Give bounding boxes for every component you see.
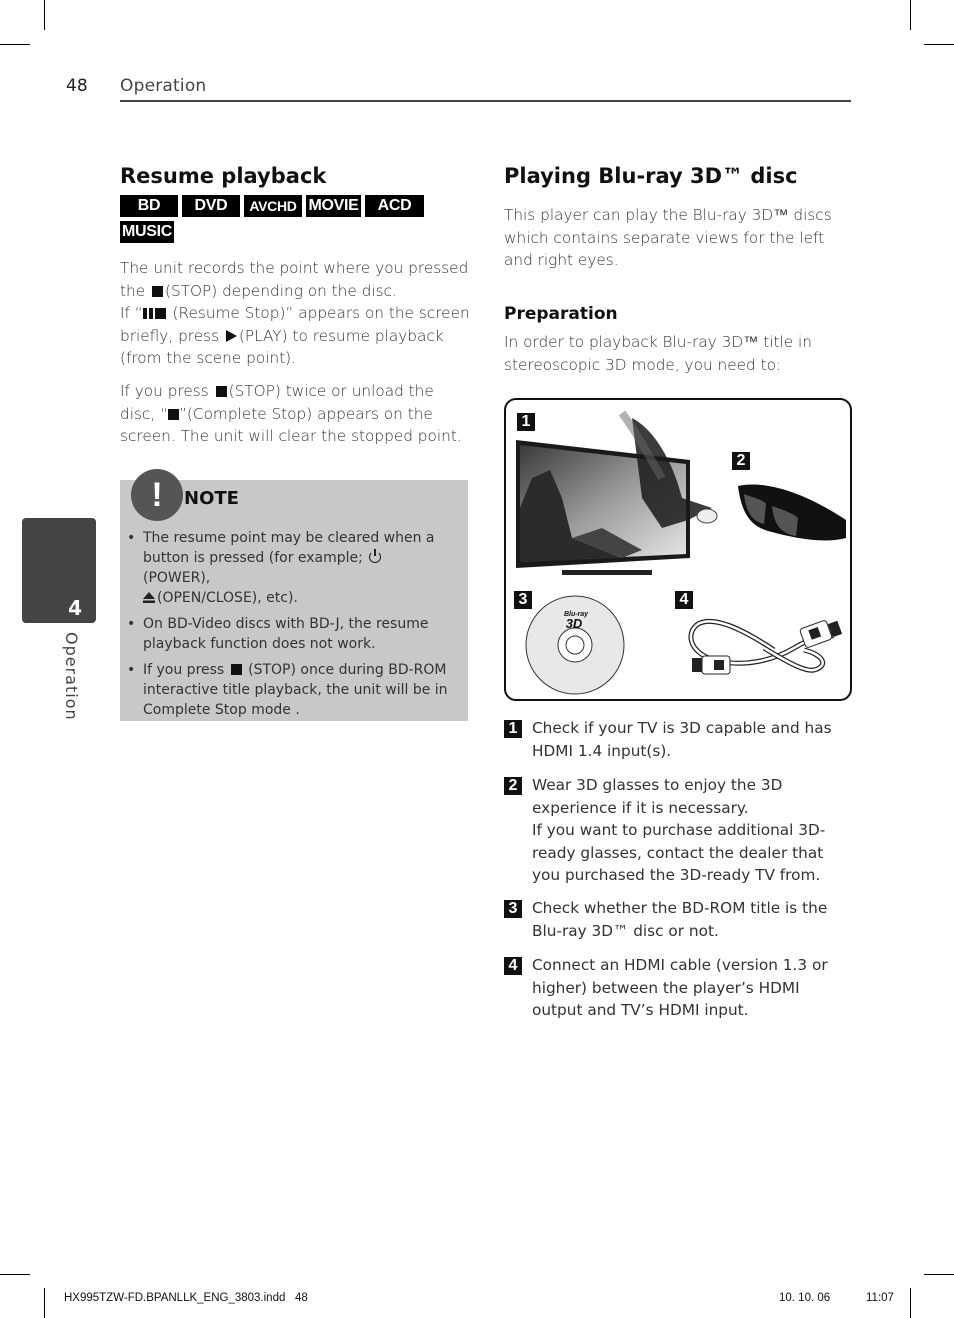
section-title: Operation <box>120 76 207 96</box>
text: Wear 3D glasses to enjoy the 3D experien… <box>532 776 783 817</box>
footer-time: 11:07 <box>866 1292 894 1304</box>
3d-glasses-icon <box>738 484 846 541</box>
text: (STOP) depending on the disc. <box>164 281 397 300</box>
hdmi-cable-icon <box>688 618 843 675</box>
resume-playback-heading: Resume playback <box>120 164 327 188</box>
text: The resume point may be cleared when a b… <box>143 530 435 566</box>
bluray-3d-heading: Playing Blu-ray 3D™ disc <box>504 164 798 188</box>
text: If you want to purchase additional 3D-re… <box>532 821 826 884</box>
badge-avchd: AVCHD <box>244 195 302 217</box>
step-number: 2 <box>504 777 522 795</box>
label-2: 2 <box>732 452 750 470</box>
chapter-label: Operation <box>62 632 81 721</box>
crop-mark <box>924 1274 954 1275</box>
stop-icon <box>151 285 163 297</box>
eject-icon <box>143 592 155 603</box>
badge-acd: ACD <box>365 195 424 217</box>
crop-mark <box>0 1274 30 1275</box>
crop-mark <box>924 44 954 45</box>
disc-logo-bottom: 3D <box>566 616 583 631</box>
step-text: Wear 3D glasses to enjoy the 3D experien… <box>532 774 854 887</box>
crop-mark <box>44 1288 45 1318</box>
text: If you press <box>143 662 225 678</box>
crop-mark <box>44 0 45 30</box>
text: (OPEN/CLOSE), etc). <box>157 590 298 606</box>
preparation-heading: Preparation <box>504 304 618 324</box>
tv-3d-icon <box>516 410 718 575</box>
page-number: 48 <box>66 76 88 96</box>
text: On BD-Video discs with BD-J, the resume … <box>143 616 429 652</box>
bluray-intro: This player can play the Blu-ray 3D™ dis… <box>504 206 832 269</box>
bullet: • <box>127 662 136 678</box>
chapter-number: 4 <box>68 596 82 620</box>
chapter-tab: 4 <box>22 518 96 623</box>
step-text: Check whether the BD-ROM title is the Bl… <box>532 899 828 940</box>
badge-bd: BD <box>120 195 178 217</box>
badge-dvd: DVD <box>182 195 240 217</box>
footer-date: 10. 10. 06 <box>779 1292 831 1304</box>
bullet: • <box>127 616 136 632</box>
crop-mark <box>0 44 30 45</box>
step-number: 1 <box>504 720 522 738</box>
stop-icon <box>215 386 227 397</box>
step-text: Connect an HDMI cable (version 1.3 or hi… <box>532 956 828 1019</box>
note-item: • On BD-Video discs with BD-J, the resum… <box>120 614 450 654</box>
note-list: • The resume point may be cleared when a… <box>120 528 450 726</box>
power-icon <box>369 549 382 563</box>
note-item: • If you press (STOP) once during BD-ROM… <box>120 660 450 720</box>
bluray-3d-disc-icon: Blu-ray 3D <box>525 595 625 695</box>
preparation-illustration: 1 2 3 4 Blu-ray 3D <box>504 398 852 701</box>
resume-paragraph-2: If you press (STOP) twice or unload the … <box>120 380 472 448</box>
stop-icon <box>230 664 242 675</box>
step-number: 4 <box>504 957 522 975</box>
crop-mark <box>910 0 911 30</box>
resume-paragraph-1: The unit records the point where you pre… <box>120 257 472 370</box>
step-number: 3 <box>504 900 522 918</box>
badge-movie: MOVIE <box>306 195 361 217</box>
badge-music: MUSIC <box>120 221 174 243</box>
exclamation-icon: ! <box>131 469 183 521</box>
text: If “ <box>120 304 143 322</box>
crop-mark <box>910 1288 911 1318</box>
text: (POWER), <box>143 570 211 586</box>
stop-icon <box>168 408 179 420</box>
label-4: 4 <box>675 591 693 609</box>
preparation-text: In order to playback Blu-ray 3D™ title i… <box>504 333 812 374</box>
header-divider <box>120 100 851 102</box>
resume-stop-icon <box>142 304 168 322</box>
note-item: • The resume point may be cleared when a… <box>120 528 450 608</box>
bullet: • <box>127 530 136 546</box>
text: If you press <box>120 382 209 400</box>
note-title: NOTE <box>184 488 239 509</box>
play-icon <box>225 329 237 342</box>
footer-filename: HX995TZW-FD.BPANLLK_ENG_3803.indd 48 <box>64 1292 308 1304</box>
step-text: Check if your TV is 3D capable and has H… <box>532 719 832 760</box>
